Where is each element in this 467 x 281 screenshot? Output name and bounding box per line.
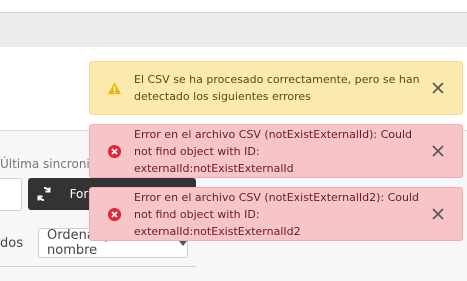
error-icon <box>107 144 122 158</box>
error-message: Error en el archivo CSV (notExistExterna… <box>134 127 413 175</box>
top-bar <box>0 0 467 13</box>
text-field[interactable] <box>0 178 22 211</box>
warning-icon <box>107 81 122 94</box>
header-band <box>0 13 467 47</box>
sort-divider <box>0 266 196 267</box>
error-toast: Error en el archivo CSV (notExistExterna… <box>89 187 463 241</box>
error-toast: Error en el archivo CSV (notExistExterna… <box>89 124 463 178</box>
close-icon[interactable] <box>432 208 444 220</box>
warning-message: El CSV se ha procesado correctamente, pe… <box>134 73 420 103</box>
close-icon[interactable] <box>432 145 444 157</box>
sync-icon <box>28 178 60 210</box>
error-icon <box>107 207 122 221</box>
sort-label: dos <box>0 236 23 251</box>
chevron-down-icon <box>179 240 187 246</box>
error-message: Error en el archivo CSV (notExistExterna… <box>134 190 420 238</box>
warning-toast: El CSV se ha procesado correctamente, pe… <box>89 61 463 115</box>
close-icon[interactable] <box>432 82 444 94</box>
